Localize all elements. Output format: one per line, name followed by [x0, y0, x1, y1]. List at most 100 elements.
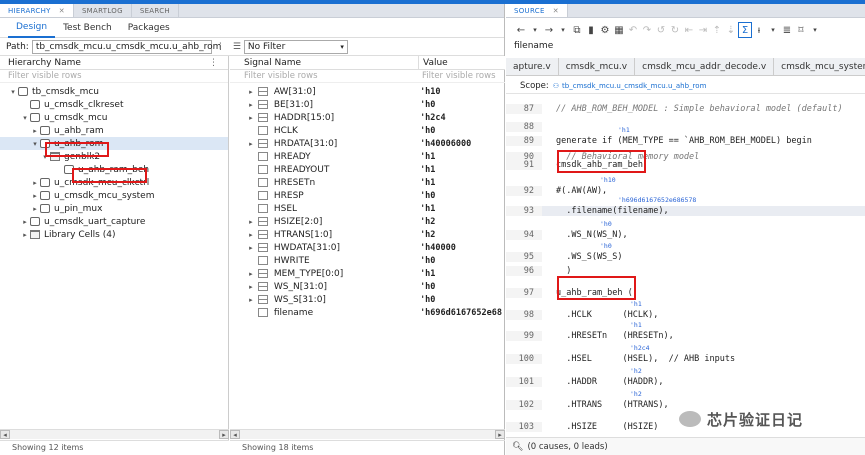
signal-row[interactable]: ▸ HWDATA[31:0] 'h40000 — [230, 241, 505, 254]
scroll-left-icon[interactable]: ◂ — [0, 430, 10, 439]
signal-row[interactable]: HREADYOUT 'h1 — [230, 163, 505, 176]
chevron-down-icon[interactable]: ▾ — [766, 22, 780, 38]
code-line[interactable]: 91 cmsdk_ahb_ram_beh — [506, 160, 865, 170]
tree-item-u-ahb-ram-beh[interactable]: u_ahb_ram_beh — [0, 163, 228, 176]
tree-item-u-cmsdk-clkreset[interactable]: u_cmsdk_clkreset — [0, 98, 228, 111]
expand-icon[interactable]: ▸ — [246, 114, 256, 122]
tab-packages[interactable]: Packages — [120, 18, 178, 38]
tab-search[interactable]: SEARCH — [132, 4, 179, 17]
file-tab[interactable]: apture.v — [506, 58, 559, 75]
expand-icon[interactable]: ▸ — [30, 205, 40, 213]
code-line[interactable]: 93 .filename(filename), — [506, 206, 865, 216]
tab-smartlog[interactable]: SMARTLOG — [74, 4, 132, 17]
more-vertical-icon[interactable]: ⋮ — [216, 42, 225, 52]
code-line[interactable]: 96 ) — [506, 266, 865, 276]
list-icon[interactable]: ≣ — [780, 22, 794, 38]
scroll-right-icon[interactable]: ▸ — [495, 430, 505, 439]
hierarchy-column-header[interactable]: Hierarchy Name ⋮ — [0, 56, 228, 70]
tree-item-u-cmsdk-mcu-clkctrl[interactable]: ▸ u_cmsdk_mcu_clkctrl — [0, 176, 228, 189]
expand-icon[interactable]: ▸ — [30, 192, 40, 200]
tree-item-u-cmsdk-uart-capture[interactable]: ▸ u_cmsdk_uart_capture — [0, 215, 228, 228]
signal-row[interactable]: HSEL 'h1 — [230, 202, 505, 215]
expand-icon[interactable]: ▸ — [246, 231, 256, 239]
back-icon[interactable]: ← — [514, 22, 528, 38]
signal-row[interactable]: ▸ WS_N[31:0] 'h0 — [230, 280, 505, 293]
trace-back-icon[interactable]: ↺ — [654, 22, 668, 38]
marker-icon[interactable]: ⌑ — [794, 22, 808, 38]
expand-icon[interactable]: ▾ — [30, 140, 40, 148]
chevron-down-icon[interactable]: ▾ — [556, 22, 570, 38]
expand-icon[interactable]: ▸ — [30, 179, 40, 187]
expand-icon[interactable]: ▸ — [20, 231, 30, 239]
code-line[interactable]: 89 generate if (MEM_TYPE == `AHB_ROM_BEH_… — [506, 136, 865, 146]
chevron-down-icon[interactable]: ▾ — [808, 22, 822, 38]
expand-icon[interactable]: ▾ — [40, 153, 50, 161]
signal-row[interactable]: ▸ BE[31:0] 'h0 — [230, 98, 505, 111]
code-line[interactable]: 101 .HADDR (HADDR), — [506, 377, 865, 387]
code-line[interactable]: 88 — [506, 122, 865, 132]
scope-value[interactable]: tb_cmsdk_mcu.u_cmsdk_mcu.u_ahb_rom — [562, 82, 706, 90]
expand-icon[interactable]: ▸ — [246, 88, 256, 96]
bookmark-icon[interactable]: ▮ — [584, 22, 598, 38]
tree-item-u-ahb-ram[interactable]: ▸ u_ahb_ram — [0, 124, 228, 137]
scroll-right-icon[interactable]: ▸ — [219, 430, 229, 439]
signal-filter-input[interactable]: Filter visible rows Filter visible rows — [230, 70, 505, 83]
code-line[interactable]: 94 .WS_N(WS_N), — [506, 230, 865, 240]
column-menu-icon[interactable]: ⋮ — [209, 58, 218, 68]
tree-item-tb-cmsdk-mcu[interactable]: ▾ tb_cmsdk_mcu — [0, 85, 228, 98]
trace-forward-icon[interactable]: ↻ — [668, 22, 682, 38]
expand-icon[interactable]: ▸ — [20, 218, 30, 226]
tree-item-u-cmsdk-mcu-system[interactable]: ▸ u_cmsdk_mcu_system — [0, 189, 228, 202]
code-line[interactable]: 97 u_ahb_ram_beh ( — [506, 288, 865, 298]
copy-icon[interactable]: ⧉ — [570, 22, 584, 38]
forward-icon[interactable]: → — [542, 22, 556, 38]
step-forward-icon[interactable]: ↷ — [640, 22, 654, 38]
filter-icon[interactable]: ☰ — [233, 42, 241, 52]
signal-name-header[interactable]: Signal Name — [244, 58, 418, 68]
signal-row[interactable]: ▸ WS_S[31:0] 'h0 — [230, 293, 505, 306]
expand-icon[interactable]: ▸ — [246, 218, 256, 226]
code-line[interactable]: 87 // AHB_ROM_BEH_MODEL : Simple behavior… — [506, 104, 865, 114]
file-tab[interactable]: cmsdk_mcu_syster — [774, 58, 865, 75]
driver-icon[interactable]: ⇤ — [682, 22, 696, 38]
tree-item-u-pin-mux[interactable]: ▸ u_pin_mux — [0, 202, 228, 215]
close-icon[interactable]: ✕ — [59, 7, 65, 15]
signal-row[interactable]: HRESETn 'h1 — [230, 176, 505, 189]
signal-row[interactable]: ▸ AW[31:0] 'h10 — [230, 85, 505, 98]
hierarchy-filter-input[interactable]: Filter visible rows — [0, 70, 228, 83]
code-line[interactable]: 98 .HCLK (HCLK), — [506, 310, 865, 320]
step-back-icon[interactable]: ↶ — [626, 22, 640, 38]
path-input[interactable]: tb_cmsdk_mcu.u_cmsdk_mcu.u_ahb_rom — [31, 39, 221, 54]
signal-row[interactable]: HWRITE 'h0 — [230, 254, 505, 267]
expand-icon[interactable]: ▸ — [246, 270, 256, 278]
file-tab[interactable]: cmsdk_mcu.v — [558, 58, 636, 75]
down-icon[interactable]: ⇣ — [724, 22, 738, 38]
tree-item-library-cells[interactable]: ▸ Library Cells (4) — [0, 228, 228, 241]
code-line[interactable]: 100 .HSEL (HSEL), // AHB inputs — [506, 354, 865, 364]
scroll-left-icon[interactable]: ◂ — [230, 430, 240, 439]
hierarchy-scrollbar[interactable]: ◂ ▸ — [0, 429, 229, 439]
signal-scrollbar[interactable]: ◂ ▸ — [230, 429, 505, 439]
expand-icon[interactable]: ▸ — [246, 140, 256, 148]
tab-hierarchy[interactable]: HIERARCHY ✕ — [0, 4, 74, 17]
code-line[interactable]: 99 .HRESETn (HRESETn), — [506, 331, 865, 341]
up-icon[interactable]: ⇡ — [710, 22, 724, 38]
transform-icon[interactable]: ᵼ — [752, 22, 766, 38]
expand-icon[interactable]: ▸ — [246, 283, 256, 291]
tree-item-genblk2[interactable]: ▾ genblk2 — [0, 150, 228, 163]
signal-value-header[interactable]: Value — [418, 55, 448, 70]
signal-row[interactable]: ▸ MEM_TYPE[0:0] 'h1 — [230, 267, 505, 280]
sigma-icon[interactable]: Σ — [738, 22, 752, 38]
signal-row[interactable]: ▸ HSIZE[2:0] 'h2 — [230, 215, 505, 228]
search-icon[interactable]: 🔍︎ — [512, 442, 523, 452]
expand-icon[interactable]: ▾ — [20, 114, 30, 122]
close-icon[interactable]: ✕ — [553, 7, 559, 15]
tab-test-bench[interactable]: Test Bench — [55, 18, 120, 38]
file-tab[interactable]: cmsdk_mcu_addr_decode.v — [635, 58, 775, 75]
tree-item-u-cmsdk-mcu[interactable]: ▾ u_cmsdk_mcu — [0, 111, 228, 124]
signal-row[interactable]: HRESP 'h0 — [230, 189, 505, 202]
expand-icon[interactable]: ▸ — [246, 244, 256, 252]
signal-row[interactable]: HCLK 'h0 — [230, 124, 505, 137]
source-code-view[interactable]: 87 // AHB_ROM_BEH_MODEL : Simple behavior… — [506, 102, 865, 442]
settings-icon[interactable]: ⚙ — [598, 22, 612, 38]
